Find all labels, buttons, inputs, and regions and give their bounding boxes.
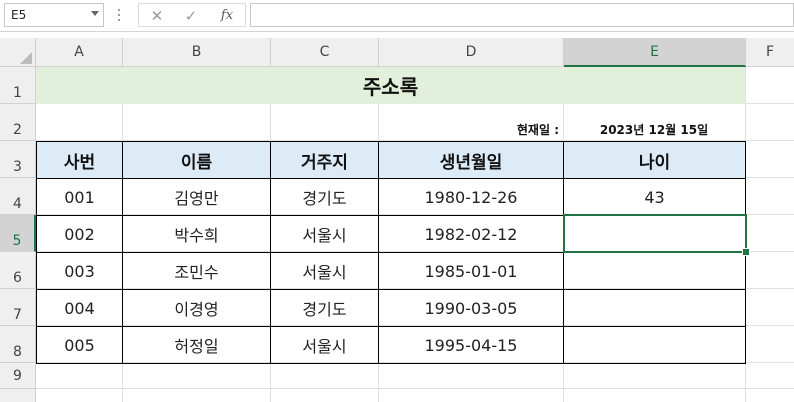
cell-name[interactable]: 허정일	[122, 326, 271, 364]
column-header-e[interactable]: E	[564, 38, 746, 67]
row-header-1[interactable]: 1	[0, 67, 36, 104]
cell-age[interactable]	[563, 326, 746, 364]
drag-handle-icon[interactable]	[118, 9, 121, 23]
row-header-9[interactable]: 9	[0, 363, 36, 389]
cell-age[interactable]	[563, 252, 746, 290]
row-header-7[interactable]: 7	[0, 289, 36, 326]
header-birth[interactable]: 생년월일	[378, 141, 564, 179]
cell-birth[interactable]: 1982-02-12	[378, 215, 564, 253]
cell-birth[interactable]: 1995-04-15	[378, 326, 564, 364]
date-label[interactable]: 현재일 :	[378, 104, 563, 141]
select-all-button[interactable]	[0, 38, 36, 67]
column-header-c[interactable]: C	[271, 38, 379, 67]
name-box-value: E5	[11, 8, 27, 22]
insert-function-icon[interactable]: fx	[217, 6, 237, 26]
formula-input[interactable]	[250, 3, 794, 27]
cell-age[interactable]: 43	[563, 178, 746, 216]
row-header-4[interactable]: 4	[0, 178, 36, 215]
column-header-a[interactable]: A	[36, 38, 123, 67]
row-header-10[interactable]	[0, 389, 36, 402]
cell-id[interactable]: 004	[36, 289, 123, 327]
cell-id[interactable]: 002	[36, 215, 123, 253]
cell-residence[interactable]: 서울시	[270, 252, 379, 290]
column-header-row: A B C D E F	[0, 38, 794, 67]
cell-residence[interactable]: 경기도	[270, 289, 379, 327]
cell-name[interactable]: 박수희	[122, 215, 271, 253]
header-id[interactable]: 사번	[36, 141, 123, 179]
cell-id[interactable]: 005	[36, 326, 123, 364]
header-name[interactable]: 이름	[122, 141, 271, 179]
chevron-down-icon[interactable]	[91, 11, 99, 16]
cell-birth[interactable]: 1985-01-01	[378, 252, 564, 290]
cell-birth[interactable]: 1980-12-26	[378, 178, 564, 216]
active-cell-border[interactable]	[563, 214, 747, 253]
cell-residence[interactable]: 서울시	[270, 215, 379, 253]
cell-name[interactable]: 조민수	[122, 252, 271, 290]
cell-residence[interactable]: 서울시	[270, 326, 379, 364]
enter-icon[interactable]: ✓	[181, 6, 201, 26]
header-residence[interactable]: 거주지	[270, 141, 379, 179]
row-header-6[interactable]: 6	[0, 252, 36, 289]
row-header-5[interactable]: 5	[0, 215, 36, 252]
fill-handle[interactable]	[742, 248, 750, 256]
select-all-icon	[20, 52, 32, 64]
worksheet-grid[interactable]: 주소록 현재일 : 2023년 12월 15일 사번 이름 거주지 생년월일 나…	[36, 67, 794, 402]
cell-birth[interactable]: 1990-03-05	[378, 289, 564, 327]
cell-name[interactable]: 이경영	[122, 289, 271, 327]
cell-id[interactable]: 001	[36, 178, 123, 216]
formula-buttons: ✕ ✓ fx	[138, 3, 246, 27]
sheet-title[interactable]: 주소록	[36, 67, 745, 104]
cell-id[interactable]: 003	[36, 252, 123, 290]
column-header-d[interactable]: D	[379, 38, 564, 67]
cancel-icon[interactable]: ✕	[147, 6, 167, 26]
cell-residence[interactable]: 경기도	[270, 178, 379, 216]
formula-bar: E5 ✕ ✓ fx	[0, 0, 794, 32]
row-header-3[interactable]: 3	[0, 141, 36, 178]
date-value[interactable]: 2023년 12월 15일	[563, 104, 745, 141]
cell-name[interactable]: 김영만	[122, 178, 271, 216]
row-header-2[interactable]: 2	[0, 104, 36, 141]
cell-age[interactable]	[563, 289, 746, 327]
name-box[interactable]: E5	[4, 3, 104, 27]
row-header-8[interactable]: 8	[0, 326, 36, 363]
column-header-f[interactable]: F	[746, 38, 794, 67]
column-header-b[interactable]: B	[123, 38, 271, 67]
header-age[interactable]: 나이	[563, 141, 746, 179]
